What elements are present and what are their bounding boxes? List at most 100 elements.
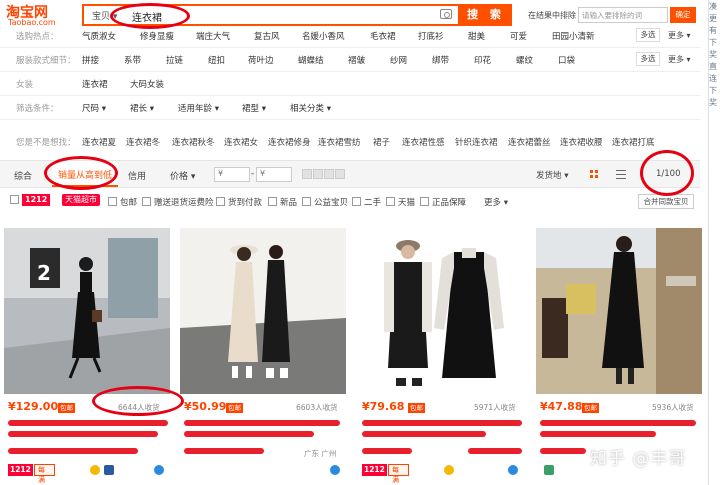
free-shipping-tag: 包邮 [58,403,75,413]
checkbox-new[interactable]: 新品 [268,196,297,208]
exclude-confirm-button[interactable]: 确定 [670,7,696,23]
redaction-scribble [8,431,158,437]
filter-dropdown[interactable]: 相关分类 ▾ [290,102,331,114]
sort-default[interactable]: 综合 [14,169,32,182]
price-max-input[interactable]: ¥ [256,167,292,182]
price-dash: - [251,169,255,179]
product-image[interactable] [180,228,346,394]
checkbox-tmall[interactable]: 天猫 [386,196,415,208]
filter-option[interactable]: 印花 [474,54,491,66]
filter-option[interactable]: 名媛小香风 [302,30,345,42]
swatch-icon[interactable] [324,169,334,179]
more-button[interactable]: 更多 ▾ [668,54,691,65]
filter-option[interactable]: 蝴蝶结 [298,54,324,66]
filter-option[interactable]: 拼接 [82,54,99,66]
product-image[interactable] [536,228,702,394]
checkbox-charity[interactable]: 公益宝贝 [302,196,348,208]
filter-label: 选购热点： [16,32,59,42]
filter-option[interactable]: 系带 [124,54,141,66]
checkbox-free-shipping[interactable]: 包邮 [108,196,137,208]
filter-option[interactable]: 纱网 [390,54,407,66]
filter-dropdown[interactable]: 裙型 ▾ [242,102,266,114]
suggestion-link[interactable]: 连衣裙秋冬 [172,136,215,148]
multi-select-button[interactable]: 多选 [636,52,660,66]
filter-option[interactable]: 荷叶边 [248,54,274,66]
suggestion-link[interactable]: 连衣裙收腰 [560,136,603,148]
filter-option[interactable]: 大码女装 [130,78,164,90]
product-image[interactable]: 2 [4,228,170,394]
filter-dropdown[interactable]: 裙长 ▾ [130,102,154,114]
list-view-icon[interactable] [616,170,626,179]
filter-option[interactable]: 褶皱 [348,54,365,66]
product-card[interactable]: 2 ¥129.00 包邮 6644人收货 1212 每满200减20 [4,228,170,485]
filter-label: 服装款式细节： [16,56,76,66]
exclude-input[interactable]: 请输入要排除的词 [578,7,668,23]
more-button[interactable]: 更多 ▾ [668,30,691,41]
filter-option[interactable]: 毛衣裙 [370,30,396,42]
filter-option[interactable]: 田园小清新 [552,30,595,42]
swatch-icon[interactable] [302,169,312,179]
checkbox-secondhand[interactable]: 二手 [352,196,381,208]
price-min-input[interactable]: ¥ [214,167,250,182]
suggestion-link[interactable]: 连衣裙打底 [612,136,655,148]
sidebar-text: 下 [709,86,717,95]
search-category-label: 宝贝 [92,12,111,22]
filter-option[interactable]: 气质淑女 [82,30,116,42]
camera-icon[interactable] [440,9,452,19]
filter-option[interactable]: 可爱 [510,30,527,42]
redaction-scribble [184,448,264,454]
suggestion-link[interactable]: 连衣裙冬 [126,136,160,148]
badge-1212: 1212 [8,464,33,476]
product-image[interactable] [358,228,524,394]
filter-option[interactable]: 打底衫 [418,30,444,42]
filter-option[interactable]: 甜美 [468,30,485,42]
free-shipping-tag: 包邮 [408,403,425,413]
filter-option[interactable]: 纽扣 [208,54,225,66]
filter-option[interactable]: 复古风 [254,30,280,42]
filter-label: 筛选条件： [16,104,59,114]
shop-icon [544,465,554,475]
more-options-button[interactable]: 更多 ▾ [484,196,508,208]
grid-view-icon[interactable] [590,170,599,179]
suggestion-link[interactable]: 连衣裙雪纺 [318,136,361,148]
filter-option[interactable]: 绑带 [432,54,449,66]
right-sidebar: 凑 更 有 下 奖 直 连 下 奖 [708,0,720,485]
chat-icon[interactable] [330,465,340,475]
filter-option[interactable]: 螺纹 [516,54,533,66]
filter-option[interactable]: 连衣裙 [82,78,108,90]
chat-icon[interactable] [154,465,164,475]
tag1212-checkbox[interactable] [10,195,22,206]
chat-icon[interactable] [508,465,518,475]
sort-credit[interactable]: 信用 [128,169,146,182]
suggestion-link[interactable]: 裙子 [373,136,390,148]
swatch-icon[interactable] [335,169,345,179]
ship-from-dropdown[interactable]: 发货地 ▾ [536,169,568,181]
filter-option[interactable]: 口袋 [558,54,575,66]
suggestion-link[interactable]: 连衣裙性感 [402,136,445,148]
filter-option[interactable]: 拉链 [166,54,183,66]
filter-row-detail: 服装款式细节： 拼接 系带 拉链 纽扣 荷叶边 蝴蝶结 褶皱 纱网 绑带 印花 … [0,48,700,72]
swatch-icon[interactable] [313,169,323,179]
product-card[interactable]: ¥50.99 包邮 6603人收货 广东 广州 [180,228,346,485]
search-button[interactable]: 搜 索 [460,4,512,26]
suggestion-link[interactable]: 连衣裙夏 [82,136,116,148]
sidebar-text: 奖 [709,98,717,107]
filter-option[interactable]: 端庄大气 [196,30,230,42]
filter-dropdown[interactable]: 适用年龄 ▾ [178,102,219,114]
product-card[interactable]: ¥79.68 包邮 5971人收货 1212 每满200减20 [358,228,524,485]
checkbox-genuine[interactable]: 正品保障 [420,196,466,208]
merge-same-button[interactable]: 合并同款宝贝 [638,194,694,209]
multi-select-button[interactable]: 多选 [636,28,660,42]
checkbox-label: 正品保障 [432,198,467,208]
suggestion-link[interactable]: 连衣裙蕾丝 [508,136,551,148]
filter-option[interactable]: 修身显瘦 [140,30,174,42]
sort-price[interactable]: 价格 ▾ [170,169,195,182]
suggestion-link[interactable]: 连衣裙修身 [268,136,311,148]
checkbox-return-insurance[interactable]: 赠送退货运费险 [142,196,214,208]
suggestion-row: 您是不是想找： 连衣裙夏 连衣裙冬 连衣裙秋冬 连衣裙女 连衣裙修身 连衣裙雪纺… [0,128,700,156]
checkbox-cod[interactable]: 货到付款 [216,196,262,208]
suggestion-link[interactable]: 针织连衣裙 [455,136,498,148]
suggestion-link[interactable]: 连衣裙女 [224,136,258,148]
filter-dropdown[interactable]: 尺码 ▾ [82,102,106,114]
tag-tmall-market[interactable]: 天猫超市 [62,194,100,206]
